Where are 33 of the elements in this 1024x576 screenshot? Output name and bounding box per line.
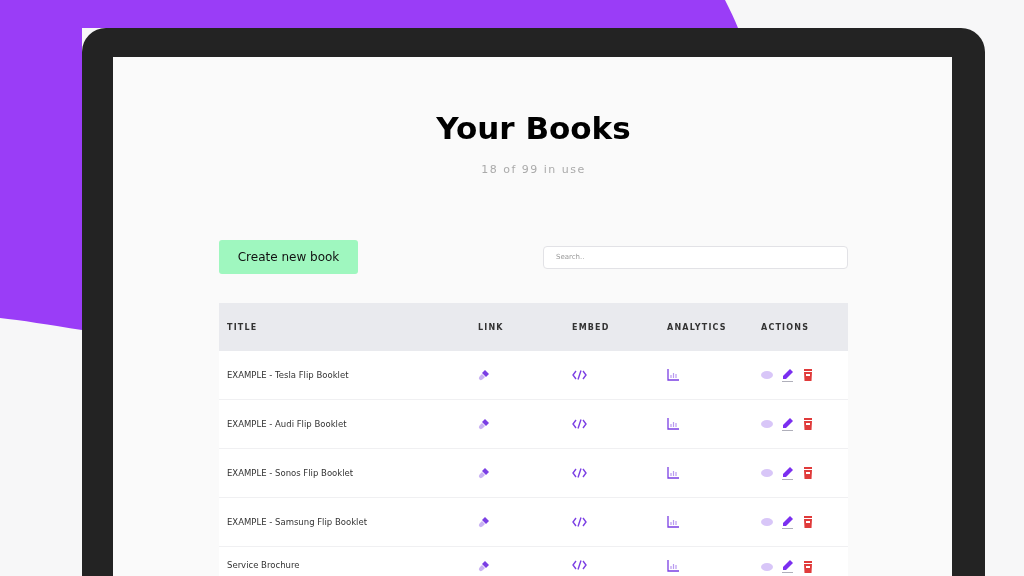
code-icon[interactable] bbox=[572, 517, 587, 527]
pencil-icon[interactable] bbox=[782, 560, 794, 573]
column-header: LINK bbox=[478, 322, 505, 332]
bar-chart-icon[interactable] bbox=[667, 467, 679, 479]
bar-chart-icon[interactable] bbox=[667, 560, 679, 572]
trash-icon[interactable] bbox=[803, 467, 813, 479]
book-title: EXAMPLE - Audi Flip Booklet bbox=[226, 419, 348, 429]
column-header: TITLE bbox=[226, 322, 259, 332]
column-header: ANALYTICS bbox=[667, 322, 728, 332]
book-title: EXAMPLE - Samsung Flip Booklet bbox=[226, 517, 369, 527]
book-title: EXAMPLE - Tesla Flip Booklet bbox=[226, 370, 350, 380]
page-title: Your Books bbox=[435, 109, 632, 147]
bar-chart-icon[interactable] bbox=[667, 418, 679, 430]
pencil-icon[interactable] bbox=[782, 368, 794, 382]
usage-count: 18 of 99 in use bbox=[480, 163, 587, 176]
bar-chart-icon[interactable] bbox=[667, 516, 679, 528]
code-icon[interactable] bbox=[572, 419, 587, 429]
column-header: EMBED bbox=[572, 322, 611, 332]
pencil-icon[interactable] bbox=[782, 466, 794, 480]
create-book-button[interactable]: Create new book bbox=[219, 240, 358, 274]
code-icon[interactable] bbox=[572, 560, 587, 570]
column-header: ACTIONS bbox=[761, 322, 810, 332]
trash-icon[interactable] bbox=[803, 418, 813, 430]
code-icon[interactable] bbox=[572, 468, 587, 478]
book-title: EXAMPLE - Sonos Flip Booklet bbox=[226, 468, 355, 478]
code-icon[interactable] bbox=[572, 370, 587, 380]
trash-icon[interactable] bbox=[803, 369, 813, 381]
pencil-icon[interactable] bbox=[782, 515, 794, 529]
book-title: Service Brochure bbox=[226, 560, 301, 570]
trash-icon[interactable] bbox=[803, 516, 813, 528]
trash-icon[interactable] bbox=[803, 560, 813, 573]
bar-chart-icon[interactable] bbox=[667, 369, 679, 381]
pencil-icon[interactable] bbox=[782, 417, 794, 431]
